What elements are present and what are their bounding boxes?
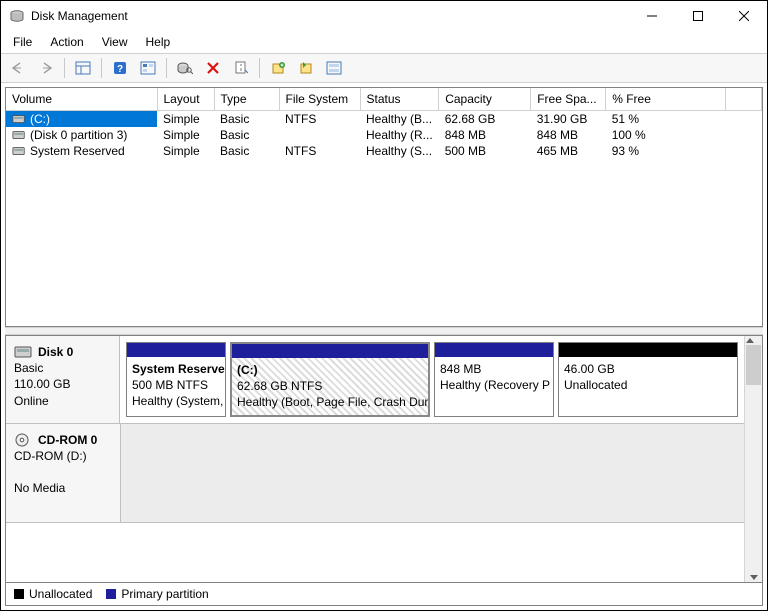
volume-row[interactable]: System ReservedSimpleBasicNTFSHealthy (S… [6, 143, 762, 159]
help-button[interactable]: ? [107, 55, 133, 81]
maximize-button[interactable] [675, 1, 721, 31]
layout-button[interactable] [70, 55, 96, 81]
explore-icon[interactable] [172, 55, 198, 81]
legend-label-unallocated: Unallocated [29, 587, 92, 601]
column-header[interactable]: % Free [606, 88, 726, 111]
disk-row: Disk 0Basic110.00 GBOnlineSystem Reserve… [6, 336, 744, 424]
disk-management-window: Disk Management File Action View Help ? [0, 0, 768, 611]
volume-row[interactable]: (Disk 0 partition 3)SimpleBasicHealthy (… [6, 127, 762, 143]
app-icon [9, 8, 25, 24]
disk-graphic-panel: Disk 0Basic110.00 GBOnlineSystem Reserve… [5, 335, 763, 583]
partition-unallocated[interactable]: 46.00 GBUnallocated [558, 342, 738, 417]
column-header[interactable]: Layout [157, 88, 214, 111]
column-header[interactable]: Free Spa... [531, 88, 606, 111]
delete-button[interactable] [200, 55, 226, 81]
volume-row[interactable]: (C:)SimpleBasicNTFSHealthy (B...62.68 GB… [6, 111, 762, 128]
split-resizer[interactable] [5, 327, 763, 335]
menu-action[interactable]: Action [42, 33, 91, 51]
volume-list[interactable]: VolumeLayoutTypeFile SystemStatusCapacit… [5, 87, 763, 327]
svg-text:?: ? [117, 64, 123, 75]
menu-file[interactable]: File [5, 33, 40, 51]
column-header[interactable]: Capacity [439, 88, 531, 111]
column-headers[interactable]: VolumeLayoutTypeFile SystemStatusCapacit… [6, 88, 762, 111]
column-header[interactable]: Status [360, 88, 439, 111]
forward-button[interactable] [33, 55, 59, 81]
menu-view[interactable]: View [94, 33, 136, 51]
menu-help[interactable]: Help [138, 33, 179, 51]
partition[interactable]: (C:)62.68 GB NTFSHealthy (Boot, Page Fil… [230, 342, 430, 417]
refresh-button[interactable] [293, 55, 319, 81]
settings-button[interactable] [135, 55, 161, 81]
partition[interactable]: 848 MBHealthy (Recovery P [434, 342, 554, 417]
new-volume-button[interactable] [265, 55, 291, 81]
toolbar: ? [1, 53, 767, 83]
back-button[interactable] [5, 55, 31, 81]
column-header[interactable]: Type [214, 88, 279, 111]
titlebar[interactable]: Disk Management [1, 1, 767, 31]
legend-swatch-primary [106, 589, 116, 599]
scrollbar-vertical[interactable] [744, 336, 762, 582]
window-title: Disk Management [31, 9, 629, 23]
menubar: File Action View Help [1, 31, 767, 53]
disk-header[interactable]: CD-ROM 0CD-ROM (D:)No Media [6, 424, 121, 522]
properties-button[interactable] [228, 55, 254, 81]
action-button[interactable] [321, 55, 347, 81]
legend: Unallocated Primary partition [5, 583, 763, 606]
close-button[interactable] [721, 1, 767, 31]
column-header[interactable]: Volume [6, 88, 157, 111]
minimize-button[interactable] [629, 1, 675, 31]
column-header[interactable]: File System [279, 88, 360, 111]
disk-row: CD-ROM 0CD-ROM (D:)No Media [6, 424, 744, 523]
disk-header[interactable]: Disk 0Basic110.00 GBOnline [6, 336, 120, 423]
partition[interactable]: System Reserved500 MB NTFSHealthy (Syste… [126, 342, 226, 417]
legend-label-primary: Primary partition [121, 587, 208, 601]
legend-swatch-unallocated [14, 589, 24, 599]
